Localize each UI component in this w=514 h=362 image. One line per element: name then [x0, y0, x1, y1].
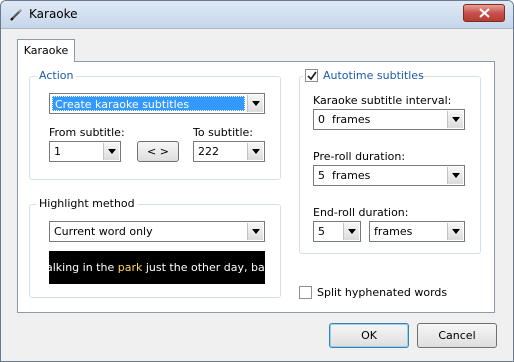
chevron-down-icon — [252, 149, 260, 154]
split-hyphenated-checkbox[interactable] — [299, 286, 312, 299]
chevron-down-icon — [252, 229, 260, 234]
autotime-legend-wrap: Autotime subtitles — [303, 68, 424, 84]
dropdown-button[interactable] — [343, 223, 359, 240]
title-bar[interactable]: Karaoke — [1, 1, 513, 29]
swap-subtitles-button[interactable]: < > — [137, 141, 179, 162]
preroll-select[interactable]: 5 frames — [313, 165, 465, 186]
endroll-label: End-roll duration: — [313, 206, 409, 219]
chevron-down-icon — [108, 149, 116, 154]
chevron-down-icon — [452, 173, 460, 178]
chevron-down-icon — [348, 229, 356, 234]
dropdown-button[interactable] — [447, 167, 463, 184]
endroll-unit-select[interactable]: frames — [369, 221, 465, 242]
from-subtitle-select[interactable]: 1 — [49, 141, 121, 162]
interval-value: 0 frames — [318, 113, 371, 126]
preview-highlighted-word: park — [117, 261, 143, 274]
chevron-down-icon — [452, 229, 460, 234]
action-legend: Action — [36, 69, 77, 83]
karaoke-dialog: Karaoke Karaoke Action Create karaoke su… — [0, 0, 514, 362]
highlight-method-value: Current word only — [54, 225, 153, 238]
dropdown-button[interactable] — [447, 223, 463, 240]
to-subtitle-select[interactable]: 222 — [193, 141, 265, 162]
from-subtitle-value: 1 — [54, 145, 61, 158]
close-icon — [479, 8, 490, 18]
dropdown-button[interactable] — [447, 111, 463, 128]
endroll-number-value: 5 — [318, 225, 325, 238]
chevron-down-icon — [252, 101, 260, 106]
pen-icon — [10, 9, 22, 21]
highlight-method-select[interactable]: Current word only — [49, 221, 265, 242]
chevron-down-icon — [452, 117, 460, 122]
split-hyphenated-label[interactable]: Split hyphenated words — [317, 286, 447, 299]
dropdown-button[interactable] — [247, 95, 263, 112]
endroll-number-select[interactable]: 5 — [313, 221, 361, 242]
endroll-unit-value: frames — [374, 225, 413, 238]
action-mode-value: Create karaoke subtitles — [52, 96, 245, 111]
from-subtitle-label: From subtitle: — [49, 126, 125, 139]
to-subtitle-value: 222 — [198, 145, 219, 158]
dropdown-button[interactable] — [247, 143, 263, 160]
dropdown-button[interactable] — [103, 143, 119, 160]
action-mode-select[interactable]: Create karaoke subtitles — [49, 93, 265, 114]
preroll-label: Pre-roll duration: — [313, 150, 406, 163]
autotime-label[interactable]: Autotime subtitles — [323, 69, 424, 82]
preroll-value: 5 frames — [318, 169, 371, 182]
autotime-checkbox[interactable] — [305, 69, 318, 82]
window-title: Karaoke — [29, 7, 78, 21]
highlight-legend: Highlight method — [36, 197, 138, 211]
dropdown-button[interactable] — [247, 223, 263, 240]
checkmark-icon — [307, 71, 317, 81]
cancel-button[interactable]: Cancel — [417, 323, 497, 348]
close-button[interactable] — [463, 4, 505, 22]
ok-button[interactable]: OK — [329, 323, 409, 348]
preview-text-after: just the other day, baby — [142, 261, 279, 274]
karaoke-preview: Walking in the park just the other day, … — [36, 251, 278, 284]
tab-karaoke[interactable]: Karaoke — [17, 39, 75, 62]
interval-select[interactable]: 0 frames — [313, 109, 465, 130]
to-subtitle-label: To subtitle: — [193, 126, 253, 139]
interval-label: Karaoke subtitle interval: — [313, 94, 452, 107]
preview-text-before: Walking in the — [35, 261, 118, 274]
